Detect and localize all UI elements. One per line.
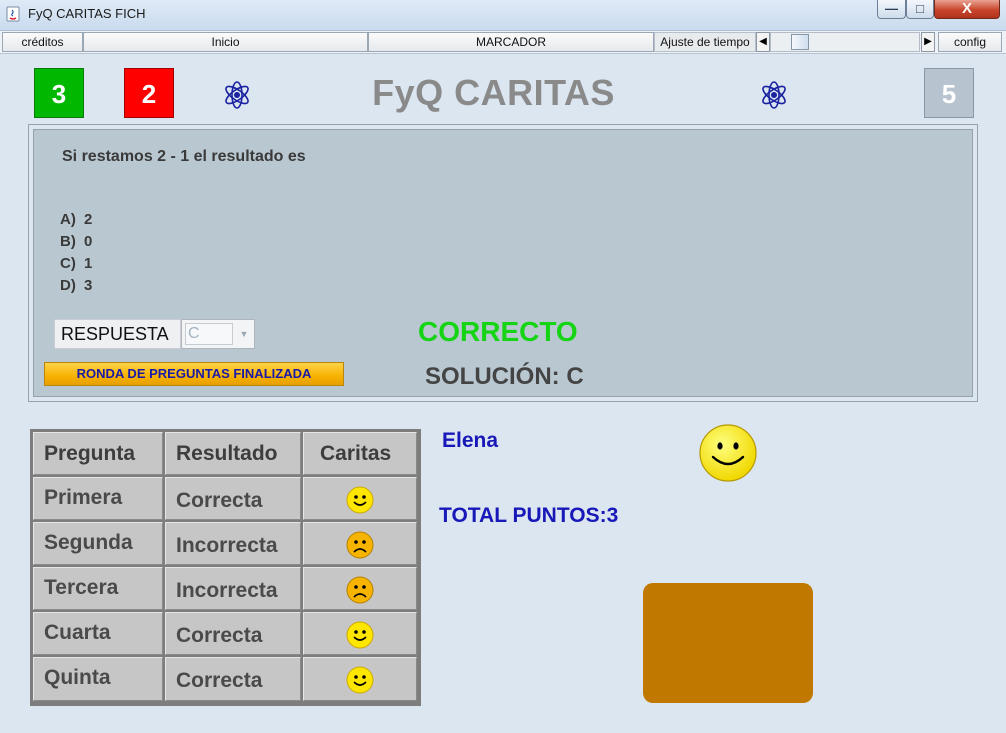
respuesta-label: RESPUESTA — [54, 319, 181, 349]
table-row: Primera — [33, 477, 163, 520]
minimize-icon: — — [885, 1, 898, 16]
table-row — [303, 522, 417, 565]
table-row: Segunda — [33, 522, 163, 565]
header-caritas: Caritas — [320, 442, 392, 465]
respuesta-select[interactable]: C ▼ — [181, 319, 255, 349]
close-button[interactable]: X — [934, 0, 1000, 19]
table-row: Tercera — [33, 567, 163, 610]
option-value: 1 — [84, 255, 93, 272]
total-points: TOTAL PUNTOS:3 — [439, 504, 618, 528]
option-letter: B) — [60, 233, 76, 250]
row-resultado: Correcta — [176, 489, 263, 512]
close-icon: X — [961, 0, 972, 17]
creditos-button[interactable]: créditos — [2, 32, 83, 52]
option-letter: A) — [60, 211, 76, 228]
atom-icon — [762, 81, 786, 109]
scroll-left-arrow[interactable]: ◀ — [756, 32, 770, 52]
sad-face-icon — [346, 576, 374, 604]
respuesta-value: C — [185, 323, 233, 345]
feedback-status: CORRECTO — [418, 316, 578, 347]
toolbar: créditos Inicio MARCADOR Ajuste de tiemp… — [0, 31, 1006, 54]
table-row: Incorrecta — [165, 522, 301, 565]
ronda-finalizada-button[interactable]: RONDA DE PREGUNTAS FINALIZADA — [44, 362, 344, 386]
marcador-button[interactable]: MARCADOR — [368, 32, 654, 52]
table-row: Correcta — [165, 657, 301, 701]
option-letter: D) — [60, 277, 76, 294]
table-row: Correcta — [165, 477, 301, 520]
scroll-right-arrow[interactable]: ▶ — [921, 32, 935, 52]
solucion-value: C — [566, 363, 584, 390]
inicio-button[interactable]: Inicio — [83, 32, 368, 52]
row-pregunta: Cuarta — [44, 621, 111, 644]
table-header-cell: Resultado — [165, 432, 301, 475]
window-title-bar: FyQ CARITAS FICH — □ X — [0, 0, 1006, 31]
sad-face-icon — [346, 531, 374, 559]
option-d: D) 3 — [60, 275, 92, 297]
happy-face-icon — [699, 424, 757, 482]
solucion-text: SOLUCIÓN: C — [425, 363, 584, 391]
question-number-box: 5 — [924, 68, 974, 118]
config-button[interactable]: config — [938, 32, 1002, 52]
maximize-button[interactable]: □ — [906, 0, 934, 19]
table-row — [303, 567, 417, 610]
total-value: 3 — [606, 504, 619, 527]
student-name: Elena — [442, 429, 499, 452]
time-scrollbar-thumb[interactable] — [791, 34, 809, 50]
option-a: A) 2 — [60, 209, 92, 231]
table-row: Incorrecta — [165, 567, 301, 610]
table-header-cell: Pregunta — [33, 432, 163, 475]
row-pregunta: Segunda — [44, 531, 133, 554]
java-app-icon — [6, 6, 20, 22]
row-pregunta: Quinta — [44, 666, 111, 689]
result-color-box — [643, 583, 813, 703]
options-list: A) 2 B) 0 C) 1 D) 3 — [60, 209, 92, 297]
time-scrollbar[interactable] — [770, 32, 920, 52]
table-row — [303, 612, 417, 655]
solucion-label: SOLUCIÓN: — [425, 363, 560, 390]
row-pregunta: Tercera — [44, 576, 119, 599]
row-pregunta: Primera — [44, 486, 123, 509]
minimize-button[interactable]: — — [877, 0, 906, 19]
happy-face-icon — [346, 486, 374, 514]
table-row: Quinta — [33, 657, 163, 701]
page-title: FyQ CARITAS — [372, 72, 615, 113]
option-b: B) 0 — [60, 231, 92, 253]
question-panel: Si restamos 2 - 1 el resultado es A) 2 B)… — [33, 129, 973, 397]
header-resultado: Resultado — [176, 442, 278, 465]
table-row — [303, 477, 417, 520]
option-c: C) 1 — [60, 253, 92, 275]
option-value: 0 — [84, 233, 93, 250]
header-pregunta: Pregunta — [44, 442, 136, 465]
row-resultado: Incorrecta — [176, 534, 278, 557]
ajuste-tiempo-label: Ajuste de tiempo — [654, 32, 756, 52]
row-resultado: Correcta — [176, 624, 263, 647]
row-resultado: Incorrecta — [176, 579, 278, 602]
table-header-cell: Caritas — [303, 432, 417, 475]
option-letter: C) — [60, 255, 76, 272]
chevron-down-icon[interactable]: ▼ — [236, 323, 252, 345]
table-row — [303, 657, 417, 701]
maximize-icon: □ — [916, 1, 924, 16]
window-title: FyQ CARITAS FICH — [28, 6, 146, 21]
row-resultado: Correcta — [176, 669, 263, 692]
option-value: 3 — [84, 277, 93, 294]
question-panel-frame: Si restamos 2 - 1 el resultado es A) 2 B)… — [28, 124, 978, 402]
question-text: Si restamos 2 - 1 el resultado es — [62, 148, 306, 165]
table-row: Correcta — [165, 612, 301, 655]
results-table: Pregunta Resultado Caritas Primera Corre… — [30, 429, 421, 706]
option-value: 2 — [84, 211, 93, 228]
happy-face-icon — [346, 621, 374, 649]
total-label: TOTAL PUNTOS: — [439, 504, 607, 527]
happy-face-icon — [346, 666, 374, 694]
table-row: Cuarta — [33, 612, 163, 655]
